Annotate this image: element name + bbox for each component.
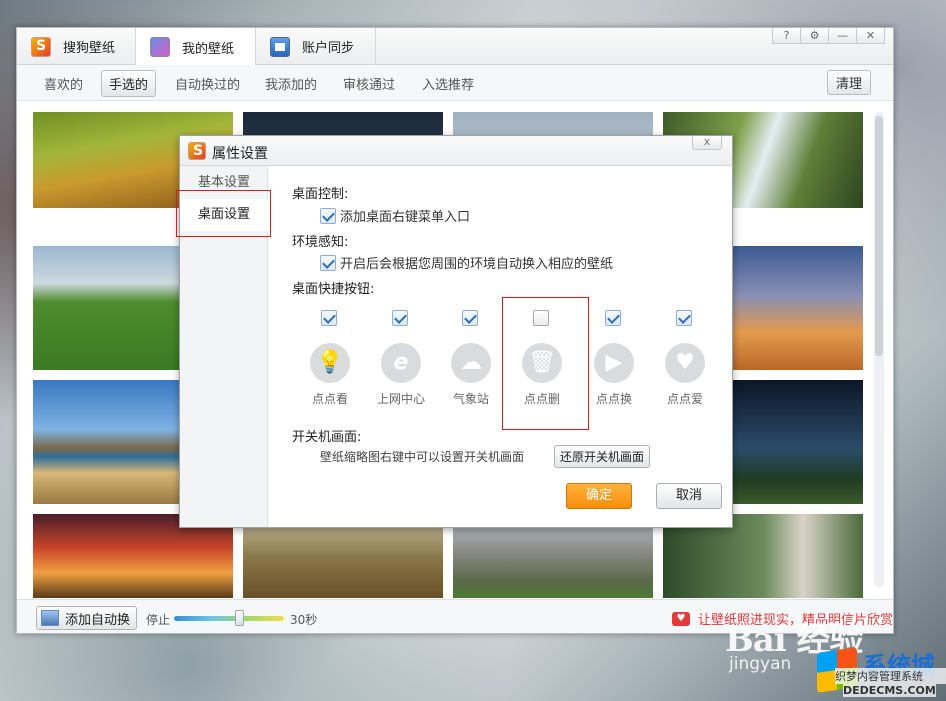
quick-button-label: 上网中心: [376, 392, 425, 406]
quick-button-checkbox[interactable]: [321, 310, 337, 326]
dialog-close-button[interactable]: x: [692, 136, 722, 150]
highlight-box: [502, 297, 589, 430]
quick-button-label: 点点看: [311, 392, 348, 406]
weather-icon: ☁: [451, 343, 491, 383]
cancel-button[interactable]: 取消: [656, 483, 722, 509]
tab-account-sync[interactable]: 账户同步: [256, 28, 376, 65]
interval-label: 30秒: [290, 613, 318, 627]
env-sense-checkbox[interactable]: [320, 254, 336, 271]
next-icon: ▶: [594, 343, 634, 383]
desktop-settings-panel: 桌面控制: 添加桌面右键菜单入口 环境感知: 开启后会根据您周围的环境自动换入相…: [268, 166, 732, 527]
watermark: Bai 经验 jingyan 系统城 织梦内容管理系统 DEDECMS.COM: [725, 612, 946, 701]
property-settings-dialog: 属性设置 x 基本设置 桌面设置 桌面控制: 添加桌面右键菜单入口 环境感知: …: [176, 135, 733, 528]
postcard-icon: ♥: [672, 611, 690, 626]
subtab-recommended[interactable]: 入选推荐: [422, 74, 474, 93]
dialog-title-bar: 属性设置 x: [180, 136, 732, 166]
subtab-added[interactable]: 我添加的: [265, 74, 317, 93]
ok-button[interactable]: 确定: [566, 483, 632, 509]
add-auto-change-label: 添加自动换: [65, 612, 131, 628]
boot-screen-hint: 壁纸缩略图右键中可以设置开关机画面: [320, 450, 525, 464]
desktop-control-heading: 桌面控制:: [292, 187, 349, 202]
tab-sogou-wallpaper[interactable]: 搜狗壁纸: [17, 28, 136, 65]
interval-slider[interactable]: [174, 610, 284, 626]
my-wallpaper-icon: [150, 37, 170, 57]
quick-button-label: 气象站: [452, 392, 489, 406]
sogou-logo-icon: [31, 36, 51, 57]
quick-button-checkbox[interactable]: [392, 310, 408, 326]
subtab-hand-picked[interactable]: 手选的: [101, 70, 157, 97]
subtab-approved[interactable]: 审核通过: [343, 74, 395, 93]
tab-label: 搜狗壁纸: [63, 41, 116, 56]
main-tab-bar: 搜狗壁纸 我的壁纸 账户同步 ? ⚙ — ✕: [17, 28, 893, 66]
subtab-liked[interactable]: 喜欢的: [44, 74, 83, 93]
quick-button-checkbox[interactable]: [676, 310, 692, 326]
close-button[interactable]: ✕: [856, 28, 885, 44]
dedecms-cn-text: 织梦内容管理系统: [835, 668, 946, 684]
quick-button-checkbox[interactable]: [462, 310, 478, 326]
quick-buttons-heading: 桌面快捷按钮:: [292, 282, 375, 297]
sub-tab-bar: 喜欢的 手选的 自动换过的 我添加的 审核通过 入选推荐 清理: [17, 65, 893, 101]
minimize-button[interactable]: —: [828, 28, 857, 44]
slider-knob[interactable]: [235, 610, 244, 626]
clean-button[interactable]: 清理: [826, 70, 871, 95]
dedecms-url-text: DEDECMS.COM: [843, 684, 936, 697]
tab-label: 我的壁纸: [182, 41, 235, 57]
settings-button[interactable]: ⚙: [800, 28, 829, 44]
subtab-auto-changed[interactable]: 自动换过的: [175, 74, 240, 93]
tab-label: 账户同步: [302, 41, 355, 56]
restore-boot-screen-button[interactable]: 还原开关机画面: [554, 445, 651, 468]
help-button[interactable]: ?: [772, 28, 801, 44]
account-card-icon: [270, 36, 290, 57]
boot-screen-heading: 开关机画面:: [292, 430, 362, 445]
option-label: 添加桌面右键菜单入口: [340, 210, 471, 225]
picture-icon: [41, 610, 59, 626]
quick-button-checkbox[interactable]: [605, 310, 621, 326]
lightbulb-icon: 💡: [310, 343, 350, 383]
sogou-logo-icon: [188, 142, 206, 160]
heart-icon: ♥: [665, 343, 705, 383]
stop-label: 停止: [146, 613, 171, 627]
env-sense-heading: 环境感知:: [292, 235, 349, 250]
option-label: 开启后会根据您周围的环境自动换入相应的壁纸: [340, 257, 614, 272]
tab-my-wallpaper[interactable]: 我的壁纸: [136, 28, 256, 66]
highlight-box: [176, 190, 271, 237]
desktop-context-menu-option[interactable]: 添加桌面右键菜单入口: [320, 206, 470, 225]
jingyan-text: jingyan: [729, 654, 792, 674]
dialog-title: 属性设置: [212, 146, 268, 162]
window-controls: ? ⚙ — ✕: [772, 28, 885, 44]
add-auto-change-button[interactable]: 添加自动换: [36, 606, 138, 630]
ie-browser-icon: e: [381, 343, 421, 383]
env-sense-option[interactable]: 开启后会根据您周围的环境自动换入相应的壁纸: [320, 253, 613, 272]
desktop-context-menu-checkbox[interactable]: [320, 207, 336, 224]
scrollbar-thumb[interactable]: [875, 116, 883, 356]
grid-scrollbar[interactable]: [874, 112, 884, 587]
quick-button-label: 点点爱: [666, 392, 703, 406]
